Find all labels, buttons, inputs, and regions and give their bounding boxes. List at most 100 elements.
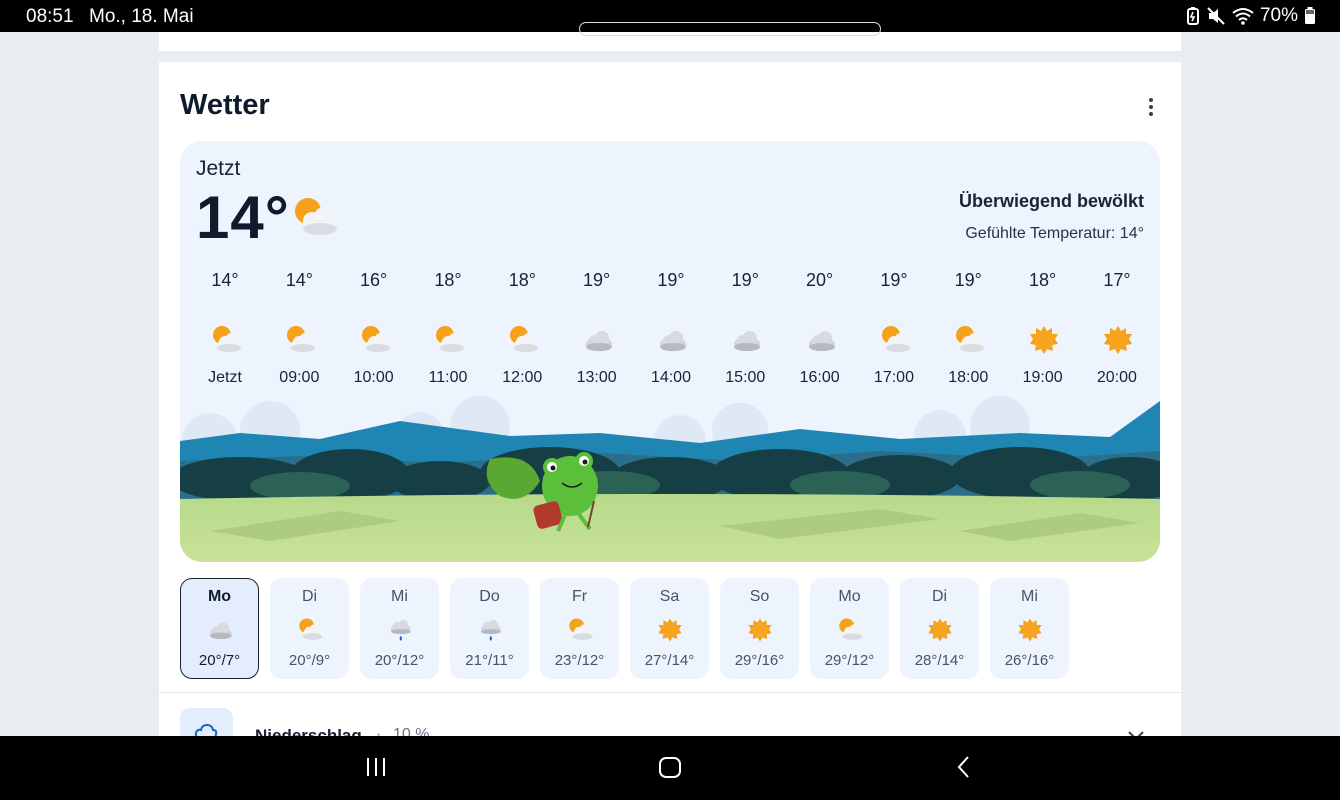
sunny-icon: [1029, 326, 1058, 354]
day-name: Di: [931, 588, 948, 605]
day-icon: [746, 616, 774, 644]
cloudy-icon: [659, 331, 686, 351]
condition-text: Überwiegend bewölkt: [958, 191, 1144, 211]
day-item[interactable]: Do 21°/11°: [450, 578, 529, 679]
card-title: Wetter: [180, 89, 270, 121]
partly-cloudy-icon: [299, 618, 323, 640]
home-icon[interactable]: [657, 754, 683, 780]
status-icons: 70%: [1186, 5, 1316, 27]
partly-cloudy-icon: [839, 618, 863, 640]
navigation-bar: [0, 736, 1340, 800]
hour-temperature: 16°: [360, 270, 388, 290]
hour-item: 18° 19:00: [1006, 267, 1080, 397]
hour-item: 19° 17:00: [857, 267, 931, 397]
cloudy-icon: [808, 331, 835, 351]
mute-icon: [1207, 7, 1225, 25]
day-icon: [836, 616, 864, 644]
hour-item: 19° 18:00: [931, 267, 1005, 397]
battery-icon: [1305, 7, 1315, 24]
hour-icon: [581, 323, 615, 357]
previous-card-pill: [579, 22, 881, 36]
day-range: 20°/9°: [288, 652, 331, 669]
day-name: Fr: [571, 588, 588, 605]
more-options-icon[interactable]: [1139, 94, 1163, 120]
day-name: Sa: [659, 588, 680, 605]
day-range: 28°/14°: [914, 652, 965, 669]
hour-item: 16° 10:00: [337, 267, 411, 397]
daily-forecast: Mo 20°/7° Di 20°/9° Mi 20°/12° Do 21°/11° Fr: [180, 578, 1069, 679]
rain-icon: [480, 620, 501, 641]
day-range: 27°/14°: [644, 652, 695, 669]
hour-icon: [506, 323, 540, 357]
day-icon: [476, 616, 504, 644]
day-item[interactable]: So 29°/16°: [720, 578, 799, 679]
partly-cloudy-icon: [956, 326, 985, 352]
day-item[interactable]: Mi 26°/16°: [990, 578, 1069, 679]
hour-icon: [655, 323, 689, 357]
hour-icon: [432, 323, 466, 357]
hour-icon: [952, 323, 986, 357]
hour-icon: [283, 323, 317, 357]
hour-item: 18° 11:00: [411, 267, 485, 397]
hour-icon: [1027, 323, 1061, 357]
day-range: 23°/12°: [554, 652, 605, 669]
status-time: 08:51: [26, 6, 74, 27]
battery-percentage: 70%: [1259, 5, 1298, 26]
hour-temperature: 14°: [211, 270, 239, 290]
day-name: So: [749, 588, 770, 605]
landscape-illustration: [180, 396, 1160, 562]
hour-temperature: 18°: [1028, 270, 1057, 290]
wifi-icon: [1232, 8, 1254, 25]
day-item[interactable]: Mi 20°/12°: [360, 578, 439, 679]
partly-cloudy-icon: [295, 198, 337, 235]
day-item[interactable]: Di 28°/14°: [900, 578, 979, 679]
hour-icon: [729, 323, 763, 357]
back-icon[interactable]: [952, 754, 976, 780]
day-icon: [206, 616, 234, 644]
day-item[interactable]: Di 20°/9°: [270, 578, 349, 679]
day-name: Mi: [391, 588, 408, 605]
status-date: Mo., 18. Mai: [89, 6, 194, 27]
hour-temperature: 17°: [1103, 270, 1131, 290]
day-range: 29°/16°: [734, 652, 785, 669]
sunny-icon: [748, 618, 772, 642]
now-label: Jetzt: [196, 157, 241, 180]
hour-item: 19° 13:00: [560, 267, 634, 397]
hour-icon: [878, 323, 912, 357]
day-name: Di: [301, 588, 318, 605]
day-item[interactable]: Sa 27°/14°: [630, 578, 709, 679]
sunny-icon: [1018, 618, 1042, 642]
partly-cloudy-icon: [881, 326, 910, 352]
day-range: 21°/11°: [465, 652, 514, 669]
feels-like-text: Gefühlte Temperatur: 14°: [965, 225, 1144, 242]
day-item[interactable]: Mo 29°/12°: [810, 578, 889, 679]
hour-temperature: 19°: [657, 270, 685, 290]
day-item[interactable]: Mo 20°/7°: [180, 578, 259, 679]
current-weather-panel[interactable]: Jetzt 14° Überwiegend bewölkt Gefühlte T…: [180, 141, 1160, 562]
hour-item: 20° 16:00: [783, 267, 857, 397]
partly-cloudy-icon: [361, 326, 390, 352]
sunny-icon: [658, 618, 682, 642]
cloudy-icon: [585, 331, 612, 351]
hour-icon: [209, 323, 243, 357]
day-name: Do: [479, 588, 500, 605]
hour-temperature: 20°: [806, 270, 834, 290]
hour-item: 14° Jetzt: [188, 267, 262, 397]
partly-cloudy-icon: [213, 326, 241, 352]
day-range: 29°/12°: [824, 652, 875, 669]
previous-card: [159, 22, 1181, 51]
day-range: 26°/16°: [1004, 652, 1055, 669]
day-icon: [926, 616, 954, 644]
recent-apps-icon[interactable]: [364, 754, 388, 780]
day-item[interactable]: Fr 23°/12°: [540, 578, 619, 679]
hour-item: 17° 20:00: [1080, 267, 1154, 397]
hour-icon: [804, 323, 838, 357]
hour-temperature: 19°: [954, 270, 982, 290]
hour-temperature: 19°: [583, 270, 611, 290]
cloudy-icon: [210, 622, 232, 640]
day-name: Mo: [838, 588, 861, 605]
sunny-icon: [928, 618, 952, 642]
partly-cloudy-icon: [287, 326, 316, 352]
hour-icon: [358, 323, 392, 357]
hour-item: 19° 14:00: [634, 267, 708, 397]
